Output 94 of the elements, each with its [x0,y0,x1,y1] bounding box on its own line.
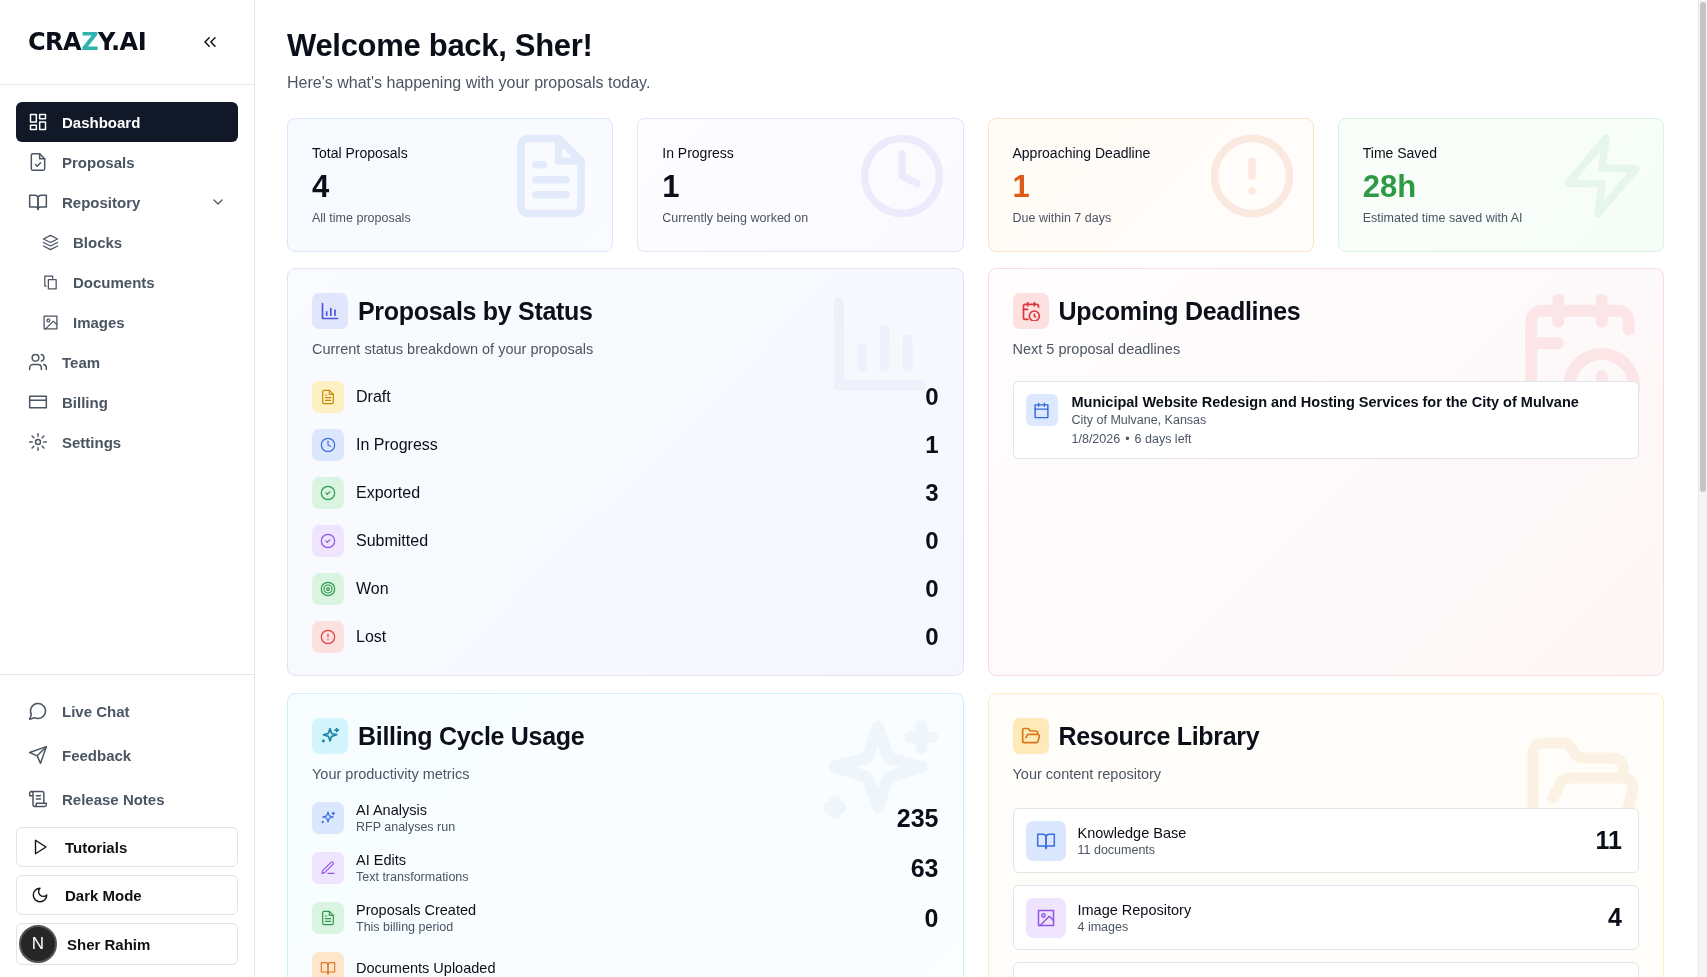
nav-item[interactable]: Proposals [16,142,238,182]
stat-note: Currently being worked on [662,211,810,225]
stat-label: In Progress [662,145,735,161]
panel-title: Proposals by Status [358,296,593,326]
metric-label: AI Analysis [356,802,428,818]
panel-title: Upcoming Deadlines [1058,296,1301,326]
calendar-icon [1025,394,1058,426]
panel-subtitle: Your productivity metrics [312,766,471,782]
panel-subtitle: Your content repository [1012,766,1163,782]
nav-item[interactable]: Settings [16,422,238,462]
metric-label: AI Edits [356,852,407,868]
status-count: 1 [925,431,939,459]
deadline-date: 1/8/2026 [1071,432,1121,446]
resource-label: Knowledge Base [1077,824,1188,841]
layers-icon [42,233,59,251]
stat-value: 28h [1362,169,1418,205]
resource-item[interactable]: Knowledge Base 11 documents 11 [1012,808,1639,873]
metric-note: RFP analyses run [356,820,457,834]
stat-note: Due within 7 days [1012,211,1113,225]
panel-subtitle: Current status breakdown of your proposals [312,341,595,357]
page-subtitle: Here's what's happening with your proposals today. [287,74,652,92]
stat-label: Approaching Deadline [1012,145,1152,161]
stat-note: All time proposals [312,211,412,225]
nav-item[interactable]: Dashboard [16,102,238,142]
metric-note: This billing period [356,920,455,934]
deadline-item[interactable]: Municipal Website Redesign and Hosting Services for the City of Mulvane City of Mulvane, Kansas 1/8/2026 • 6 days left [1012,381,1639,459]
deadline-client: City of Mulvane, Kansas [1071,413,1208,427]
sidebar-link[interactable]: Release Notes [16,779,238,819]
status-label: Exported [356,484,422,502]
stat-label: Total Proposals [312,145,409,161]
metric-note: Text transformations [356,870,470,884]
resource-note: 11 documents [1077,842,1157,857]
status-label: Draft [356,388,392,406]
nav-item[interactable]: Blocks [16,222,238,262]
metric-value: 235 [896,803,939,833]
page-title: Welcome back, Sher! [287,28,594,64]
status-count: 3 [925,479,939,507]
resource-count: 11 [1595,826,1622,855]
stat-value: 4 [312,169,331,205]
nav-item[interactable]: Documents [16,262,238,302]
file-icon [28,152,48,172]
book-icon [28,192,48,212]
avatar: N [19,925,57,963]
stat-value: 1 [1012,169,1031,205]
scroll-icon [28,789,48,809]
resource-note: 4 images [1077,919,1130,934]
resource-label: Image Repository [1077,901,1193,918]
resource-count: 4 [1608,903,1622,932]
stat-label: Time Saved [1362,145,1438,161]
nav-item[interactable]: Repository [16,182,238,222]
metric-label: Documents Uploaded [356,960,497,976]
status-count: 0 [925,623,939,651]
settings-icon [28,432,48,452]
stat-value: 1 [662,169,681,205]
files-icon [42,273,59,291]
panel-title: Billing Cycle Usage [358,721,585,751]
panel-subtitle: Next 5 proposal deadlines [1012,341,1182,357]
metric-label: Proposals Created [356,902,478,918]
sidebar-link[interactable]: Live Chat [16,691,238,731]
metric-value: 0 [924,903,939,933]
metric-value: 63 [910,853,939,883]
sidebar-button[interactable]: Dark Mode [16,875,238,915]
sparkles-icon [312,718,348,754]
separator-dot: • [1125,432,1130,446]
stat-note: Estimated time saved with AI [1362,211,1524,225]
status-label: In Progress [356,436,439,454]
user-button[interactable]: N Sher Rahim [16,923,238,965]
status-label: Submitted [356,532,430,550]
nav-item[interactable]: Billing [16,382,238,422]
status-label: Won [356,580,390,598]
send-icon [28,745,48,765]
credit-card-icon [28,392,48,412]
resource-item[interactable]: Image Repository 4 images 4 [1012,885,1639,950]
folder-icon [1012,718,1049,754]
deadline-title: Municipal Website Redesign and Hosting Services for the City of Mulvane [1071,394,1579,410]
sidebar-link[interactable]: Feedback [16,735,238,775]
nav-item[interactable]: Images [16,302,238,342]
moon-icon [31,886,49,904]
panel-title: Resource Library [1058,721,1260,751]
status-count: 0 [925,527,939,555]
deadline-remaining: 6 days left [1134,432,1192,446]
logo: CRAZY.AI [28,28,147,56]
users-icon [28,352,48,372]
status-count: 0 [925,575,939,603]
calendar-clock-icon [1012,293,1049,329]
status-label: Lost [356,628,388,646]
sidebar-button[interactable]: Tutorials [16,827,238,867]
status-count: 0 [925,383,939,411]
image-icon [42,313,59,331]
nav-item[interactable]: Team [16,342,238,382]
chart-icon [312,293,348,329]
grid-icon [28,112,48,132]
scrollbar[interactable] [1698,0,1707,977]
chat-icon [28,701,48,721]
